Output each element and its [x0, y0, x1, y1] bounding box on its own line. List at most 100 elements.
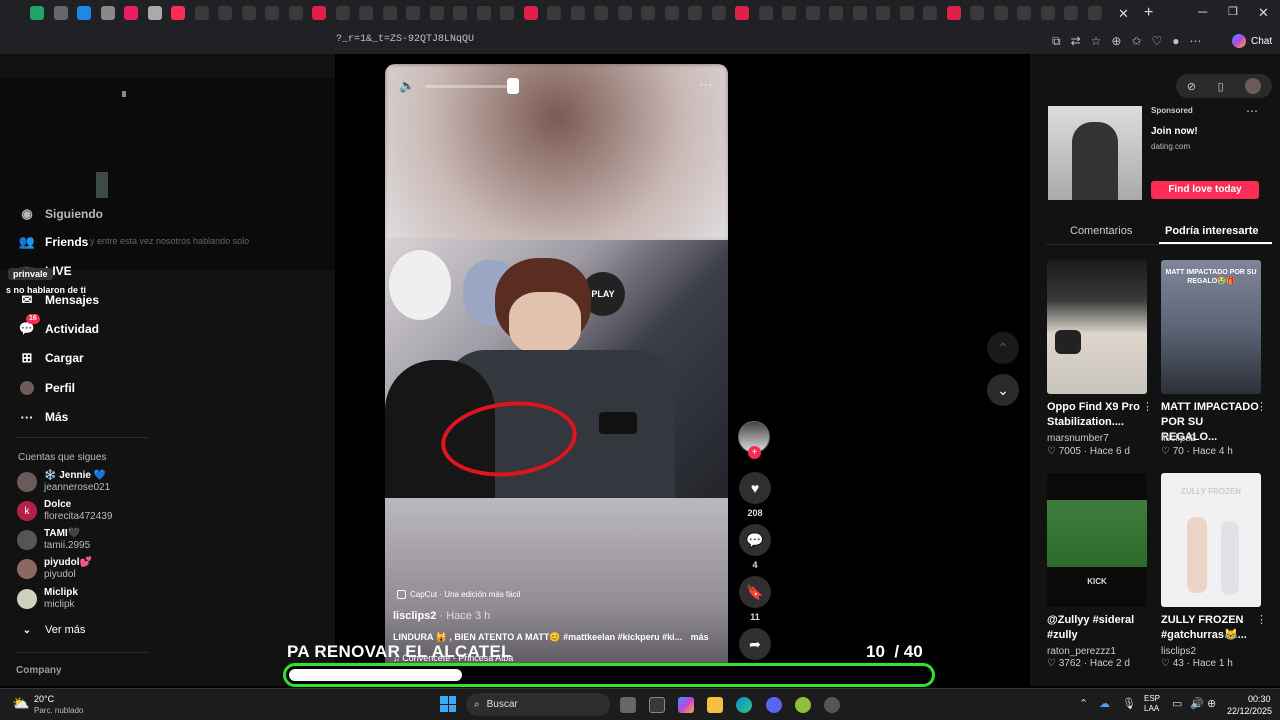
browser-tab-icon[interactable] — [946, 6, 961, 20]
browser-tab-icon[interactable] — [429, 6, 444, 20]
close-window-icon[interactable]: ✕ — [1258, 5, 1269, 21]
browser-tab-icon[interactable] — [241, 6, 256, 20]
browser-tab-icon[interactable] — [147, 6, 162, 20]
browser-tab-icon[interactable] — [53, 6, 68, 20]
tray-mic-icon[interactable]: 🎙 — [1122, 697, 1136, 710]
extensions-icon[interactable]: ⊕ — [1111, 34, 1121, 49]
tray-chevron-icon[interactable]: ⌃ — [1079, 697, 1088, 710]
browser-tab-icon[interactable] — [194, 6, 209, 20]
comment-button[interactable]: 💬 — [739, 524, 771, 556]
sidebar-item-friends[interactable]: 👥 Friends — [18, 232, 88, 252]
browser-tab-icon[interactable] — [852, 6, 867, 20]
tray-cloud-icon[interactable]: ☁ — [1099, 697, 1110, 710]
task-view-icon[interactable] — [620, 697, 636, 713]
browser-tab-icon[interactable] — [1064, 6, 1078, 20]
browser-tab-icon[interactable] — [406, 6, 420, 20]
ad-cta-button[interactable]: Find love today — [1151, 181, 1259, 199]
browser-tab-icon[interactable] — [77, 6, 91, 20]
edge-browser-icon[interactable] — [736, 697, 752, 713]
caption-more-link[interactable]: más — [691, 632, 709, 642]
suggestion-user[interactable]: lisclips2 — [1161, 646, 1196, 657]
xbox-icon[interactable] — [795, 697, 811, 713]
device-icon[interactable]: ▯ — [1218, 80, 1224, 93]
sidebar-item-perfil[interactable]: Perfil — [18, 378, 75, 398]
store-icon[interactable] — [649, 697, 665, 713]
copilot-app-icon[interactable] — [678, 697, 694, 713]
browser-tab-icon[interactable] — [124, 6, 138, 20]
copilot-chat-button[interactable]: Chat — [1232, 32, 1272, 50]
browser-tab-icon[interactable] — [570, 6, 585, 20]
browser-tab-icon[interactable] — [876, 6, 890, 20]
sidebar-item-actividad[interactable]: 💬 16 Actividad — [18, 314, 99, 339]
browser-tab-icon[interactable] — [923, 6, 937, 20]
browser-tab-icon[interactable] — [829, 6, 843, 20]
video-author[interactable]: lisclips2 — [393, 610, 436, 622]
see-more-link[interactable]: ⌄ Ver más — [18, 620, 86, 640]
volume-icon[interactable]: 🔈 — [399, 78, 415, 94]
browser-tab-icon[interactable] — [265, 6, 279, 20]
suggestion-title[interactable]: ZULLY FROZEN #gatchurras😹... — [1161, 613, 1261, 643]
next-video-button[interactable]: ⌄ — [987, 374, 1019, 406]
minimize-icon[interactable]: ─ — [1198, 4, 1207, 19]
browser-tab-icon[interactable] — [382, 6, 397, 20]
browser-tab-icon[interactable] — [993, 6, 1008, 20]
browser-tab-icon[interactable] — [500, 6, 514, 20]
browser-tab-icon[interactable] — [758, 6, 773, 20]
following-item[interactable]: piyudol💕 piyudol — [17, 556, 92, 582]
browser-tab-icon[interactable] — [1017, 6, 1031, 20]
suggestion-user[interactable]: lisclips2 — [1161, 433, 1196, 444]
tray-volume-icon[interactable]: 🔊 — [1190, 697, 1204, 710]
browser-tab-icon[interactable] — [617, 6, 632, 20]
close-tab-icon[interactable]: ✕ — [1118, 6, 1129, 22]
follow-plus-icon[interactable]: + — [748, 446, 761, 459]
browser-tab-icon[interactable] — [288, 6, 303, 20]
browser-tab-icon[interactable] — [476, 6, 491, 20]
browser-tab-icon[interactable] — [594, 6, 608, 20]
suggestion-thumbnail[interactable]: MATT IMPACTADO POR SU REGALO😭🎁 — [1161, 260, 1261, 394]
browser-tab-icon[interactable] — [899, 6, 914, 20]
favorites-icon[interactable]: ✩ — [1131, 34, 1141, 49]
volume-handle[interactable] — [507, 78, 519, 94]
browser-tab-icon[interactable] — [1087, 6, 1102, 20]
previous-video-button[interactable]: ⌃ — [987, 332, 1019, 364]
browser-tab-icon[interactable] — [100, 6, 115, 20]
menu-dots-icon[interactable]: ⋯ — [1190, 34, 1202, 49]
tray-battery-icon[interactable]: ⊕ — [1207, 697, 1216, 710]
browser-tab-icon[interactable] — [453, 6, 467, 20]
clock-time[interactable]: 00:30 — [1248, 694, 1271, 704]
following-item[interactable]: TAMI🖤 tamii.2995 — [17, 527, 90, 553]
browser-tab-icon[interactable] — [359, 6, 373, 20]
browser-tab-icon[interactable] — [335, 6, 350, 20]
video-menu-dots-icon[interactable]: ⋯ — [699, 76, 713, 93]
browser-tab-icon[interactable] — [218, 6, 232, 20]
browser-tab-icon[interactable] — [171, 6, 185, 20]
sidebar-item-mas[interactable]: ··· Más — [18, 407, 69, 427]
ad-menu-icon[interactable]: ⋯ — [1246, 104, 1258, 118]
restore-icon[interactable]: ❐ — [1228, 5, 1238, 18]
tab-comentarios[interactable]: Comentarios — [1070, 225, 1132, 237]
shield-icon[interactable]: ♡ — [1152, 34, 1163, 49]
browser-tab-icon[interactable] — [523, 6, 538, 20]
taskbar-search[interactable]: ⌕ Buscar — [466, 693, 610, 716]
save-button[interactable]: 🔖 — [739, 576, 771, 608]
company-link[interactable]: Company — [16, 665, 62, 676]
compass-icon[interactable]: ⊘ — [1187, 80, 1196, 93]
browser-tab-icon[interactable] — [805, 6, 820, 20]
browser-tab-icon[interactable] — [688, 6, 702, 20]
tab-podria-interesarte[interactable]: Podría interesarte — [1165, 225, 1259, 237]
user-avatar[interactable] — [1245, 78, 1262, 94]
suggestion-user[interactable]: raton_perezzz1 — [1047, 646, 1116, 657]
open-in-app-icon[interactable]: ⧉ — [1052, 34, 1061, 49]
sidebar-item-mensajes[interactable]: ✉ Mensajes — [18, 290, 99, 310]
file-explorer-icon[interactable] — [707, 697, 723, 713]
video-player[interactable]: PLAY 🔈 ⋯ CapCut · Una edición más fácil … — [385, 64, 728, 686]
browser-tab-icon[interactable] — [664, 6, 679, 20]
translate-icon[interactable]: ⇄ — [1071, 34, 1081, 49]
suggestion-thumbnail[interactable] — [1047, 260, 1147, 394]
volume-slider[interactable] — [425, 85, 515, 88]
suggestion-title[interactable]: Oppo Find X9 Pro Stabilization.... — [1047, 400, 1147, 430]
ad-domain[interactable]: dating.com — [1151, 142, 1190, 151]
browser-tab-icon[interactable] — [711, 6, 726, 20]
sidebar-item-siguiendo[interactable]: ◉ Siguiendo — [18, 204, 103, 224]
browser-tab-icon[interactable] — [30, 6, 44, 20]
